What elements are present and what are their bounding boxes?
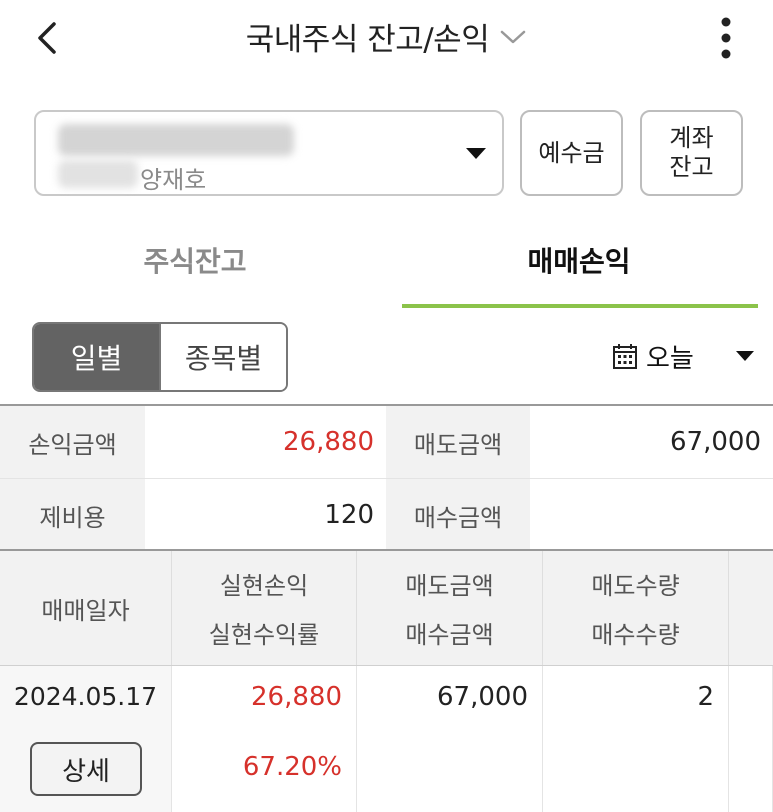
header-label: 매수수량 [591, 621, 680, 649]
cell-quantities: 2 [543, 666, 729, 812]
dropdown-caret-icon [466, 148, 486, 159]
table-row: 2024.05.17 상세 26,880 67.20% 67,000 2 [0, 666, 773, 812]
header-label: 매수금액 [405, 621, 494, 649]
header-label: 실현손익 [219, 572, 309, 600]
header-quantities: 매도수량 매수수량 [543, 551, 729, 665]
sell-qty: 2 [697, 682, 714, 712]
more-vertical-icon [721, 17, 731, 59]
fees-label: 제비용 [0, 479, 145, 551]
header-realized: 실현손익 실현수익률 [172, 551, 357, 665]
deposit-button[interactable]: 예수금 [520, 110, 623, 196]
date-filter-label: 오늘 [646, 343, 694, 374]
cell-realized: 26,880 67.20% [172, 666, 357, 812]
profit-amount-value: 26,880 [283, 427, 374, 457]
masked-account-type [58, 160, 138, 188]
date-filter[interactable]: 오늘 [612, 338, 754, 374]
buy-amount-value [530, 479, 773, 551]
header-label: 매도금액 [405, 572, 494, 600]
dropdown-caret-icon [735, 351, 754, 361]
page-title-area: 국내주식 잔고/손익 [0, 14, 773, 59]
table-header: 매매일자 실현손익 실현수익률 매도금액 매수금액 매도수량 매수수량 [0, 551, 773, 666]
trade-table: 매매일자 실현손익 실현수익률 매도금액 매수금액 매도수량 매수수량 2024… [0, 549, 773, 812]
tab-trading-pl[interactable]: 매매손익 [400, 240, 758, 280]
more-menu-button[interactable] [708, 14, 744, 62]
header-extra [729, 551, 773, 665]
buy-amount-label: 매수금액 [386, 479, 530, 551]
segment-by-stock[interactable]: 종목별 [159, 324, 286, 390]
segment-daily[interactable]: 일별 [34, 324, 159, 390]
detail-button[interactable]: 상세 [30, 742, 142, 796]
view-segment: 일별 종목별 [32, 322, 288, 392]
sell-amount-value: 67,000 [670, 427, 761, 457]
cell-extra [729, 666, 773, 812]
calendar-icon [613, 344, 637, 369]
summary-row: 제비용 120 매수금액 [0, 478, 773, 551]
summary-row: 손익금액 26,880 매도금액 67,000 [0, 406, 773, 478]
page-title: 국내주식 잔고/손익 [245, 22, 490, 58]
tab-stock-balance[interactable]: 주식잔고 [80, 240, 310, 280]
sell-amount-label: 매도금액 [386, 406, 530, 478]
account-holder-name: 양재호 [140, 166, 207, 194]
header-label: 매매일자 [41, 596, 130, 625]
realized-rate: 67.20% [242, 752, 342, 782]
header-label: 실현수익률 [208, 621, 320, 649]
trade-date: 2024.05.17 [13, 682, 158, 711]
account-selector[interactable]: 양재호 [34, 110, 504, 196]
header-label: 매도수량 [591, 572, 680, 600]
profit-amount-label: 손익금액 [0, 406, 145, 478]
cell-amounts: 67,000 [357, 666, 543, 812]
header-trade-date: 매매일자 [0, 551, 172, 665]
realized-pl: 26,880 [251, 682, 342, 712]
account-balance-button[interactable]: 계좌 잔고 [640, 110, 743, 196]
summary-grid: 손익금액 26,880 매도금액 67,000 제비용 120 매수금액 [0, 404, 773, 551]
fees-value: 120 [324, 500, 374, 530]
sell-amount: 67,000 [437, 682, 528, 712]
header-amounts: 매도금액 매수금액 [357, 551, 543, 665]
cell-trade-date: 2024.05.17 상세 [0, 666, 172, 812]
masked-account-number [58, 124, 294, 156]
active-tab-indicator [402, 304, 758, 308]
title-dropdown[interactable]: 국내주식 잔고/손익 [246, 14, 527, 59]
chevron-down-icon [500, 30, 526, 43]
